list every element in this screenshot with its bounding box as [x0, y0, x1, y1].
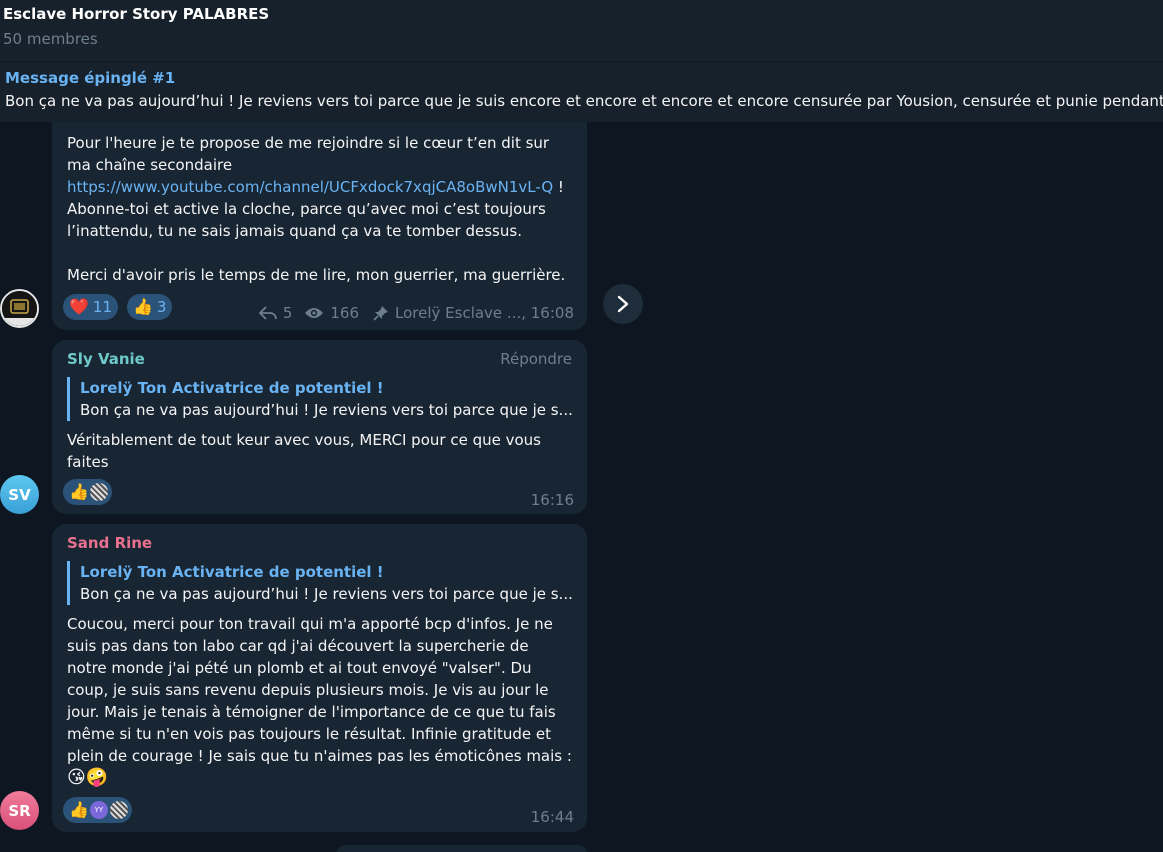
- message-meta: 5 166 Lorelÿ Esclave ..., 16:08: [258, 304, 574, 322]
- thumbs-up-emoji: 👍: [133, 297, 153, 316]
- pin-icon: [373, 306, 388, 321]
- text-line: faites: [67, 453, 109, 471]
- reaction-count: 11: [92, 298, 113, 316]
- text-line: l’inattendu, tu ne sais jamais quand ça …: [67, 222, 522, 240]
- next-message-bubble[interactable]: [336, 845, 588, 852]
- member-count: 50 membres: [3, 30, 98, 48]
- text-line: coup, je suis sans revenu depuis plusieu…: [67, 681, 549, 699]
- message-bubble[interactable]: Sly Vanie Répondre Lorelÿ Ton Activatric…: [52, 340, 587, 514]
- pinned-message-bar[interactable]: Message épinglé #1 Bon ça ne va pas aujo…: [0, 61, 1163, 122]
- emoji-line: 😘🤪: [67, 767, 109, 788]
- message-bubble[interactable]: Pour l'heure je te propose de me rejoind…: [52, 122, 587, 330]
- heart-emoji: ❤️: [69, 297, 89, 316]
- reaction-thumbs-up[interactable]: 👍: [63, 479, 112, 505]
- quote-author: Lorelÿ Ton Activatrice de potentiel !: [80, 379, 384, 397]
- message-time: 16:16: [530, 491, 574, 509]
- reply-count-icon: [258, 306, 277, 320]
- reaction-thumbs-up[interactable]: 👍 3: [127, 294, 173, 320]
- reactor-avatar: [88, 482, 109, 502]
- text-line: Coucou, merci pour ton travail qui m'a a…: [67, 615, 553, 633]
- text-line: suis pas dans ton labo car qd j'ai décou…: [67, 637, 529, 655]
- text-line: Abonne-toi et active la cloche, parce qu…: [67, 200, 546, 218]
- avatar[interactable]: SV: [0, 475, 39, 514]
- channel-avatar[interactable]: [0, 289, 39, 328]
- message-list[interactable]: Pour l'heure je te propose de me rejoind…: [0, 122, 1163, 852]
- reply-quote[interactable]: Lorelÿ Ton Activatrice de potentiel ! Bo…: [67, 377, 573, 421]
- chat-title[interactable]: Esclave Horror Story PALABRES: [3, 5, 269, 23]
- reaction-thumbs-up[interactable]: 👍 YY: [63, 797, 132, 823]
- message-text: Coucou, merci pour ton travail qui m'a a…: [67, 613, 573, 789]
- pinned-text: Bon ça ne va pas aujourd’hui ! Je revien…: [5, 92, 1163, 110]
- forward-button[interactable]: [603, 284, 643, 324]
- message-text: Pour l'heure je te propose de me rejoind…: [67, 132, 573, 286]
- message-time: 16:44: [530, 808, 574, 826]
- text-line: https://www.youtube.com/channel/UCFxdock…: [67, 176, 573, 198]
- channel-logo-icon: [2, 291, 37, 326]
- message-bubble[interactable]: Sand Rine Lorelÿ Ton Activatrice de pote…: [52, 524, 587, 832]
- text-line: Merci d'avoir pris le temps de me lire, …: [67, 266, 566, 284]
- views-eye-icon: [305, 308, 324, 318]
- avatar[interactable]: SR: [0, 791, 39, 830]
- quote-text: Bon ça ne va pas aujourd’hui ! Je revien…: [80, 401, 573, 419]
- chevron-right-icon: [617, 295, 629, 313]
- quote-author: Lorelÿ Ton Activatrice de potentiel !: [80, 563, 384, 581]
- text-line: plein de courage ! Je sais que tu n'aime…: [67, 747, 572, 765]
- youtube-link[interactable]: https://www.youtube.com/channel/UCFxdock…: [67, 178, 553, 196]
- reply-count: 5: [282, 304, 293, 322]
- text-line: jour. Mais je tenais à témoigner de l'im…: [67, 703, 556, 721]
- text-line: Véritablement de tout keur avec vous, ME…: [67, 431, 541, 449]
- thumbs-up-emoji: 👍: [69, 800, 89, 819]
- view-count: 166: [330, 304, 359, 322]
- sender-name[interactable]: Sand Rine: [67, 534, 152, 552]
- pinned-title: Message épinglé #1: [5, 69, 176, 87]
- text-line: Pour l'heure je te propose de me rejoind…: [67, 134, 550, 152]
- chat-header[interactable]: Esclave Horror Story PALABRES 50 membres: [0, 0, 1163, 61]
- text-line: même si tu n'en vois pas toujours le rés…: [67, 725, 551, 743]
- reaction-heart[interactable]: ❤️ 11: [63, 294, 119, 320]
- text-line: notre monde j'ai pété un plomb et ai tou…: [67, 659, 532, 677]
- reaction-count: 3: [156, 298, 167, 316]
- quote-text: Bon ça ne va pas aujourd’hui ! Je revien…: [80, 585, 573, 603]
- message-text: Véritablement de tout keur avec vous, ME…: [67, 429, 573, 473]
- sender-name[interactable]: Sly Vanie: [67, 350, 145, 368]
- author-time: Lorelÿ Esclave ..., 16:08: [395, 304, 574, 322]
- thumbs-up-emoji: 👍: [69, 482, 89, 501]
- link-suffix: !: [553, 178, 564, 196]
- reactor-avatar: YY: [88, 800, 109, 820]
- reply-button[interactable]: Répondre: [500, 350, 572, 368]
- text-line: ma chaîne secondaire: [67, 156, 233, 174]
- reply-quote[interactable]: Lorelÿ Ton Activatrice de potentiel ! Bo…: [67, 561, 573, 605]
- reactor-avatar: [108, 800, 129, 820]
